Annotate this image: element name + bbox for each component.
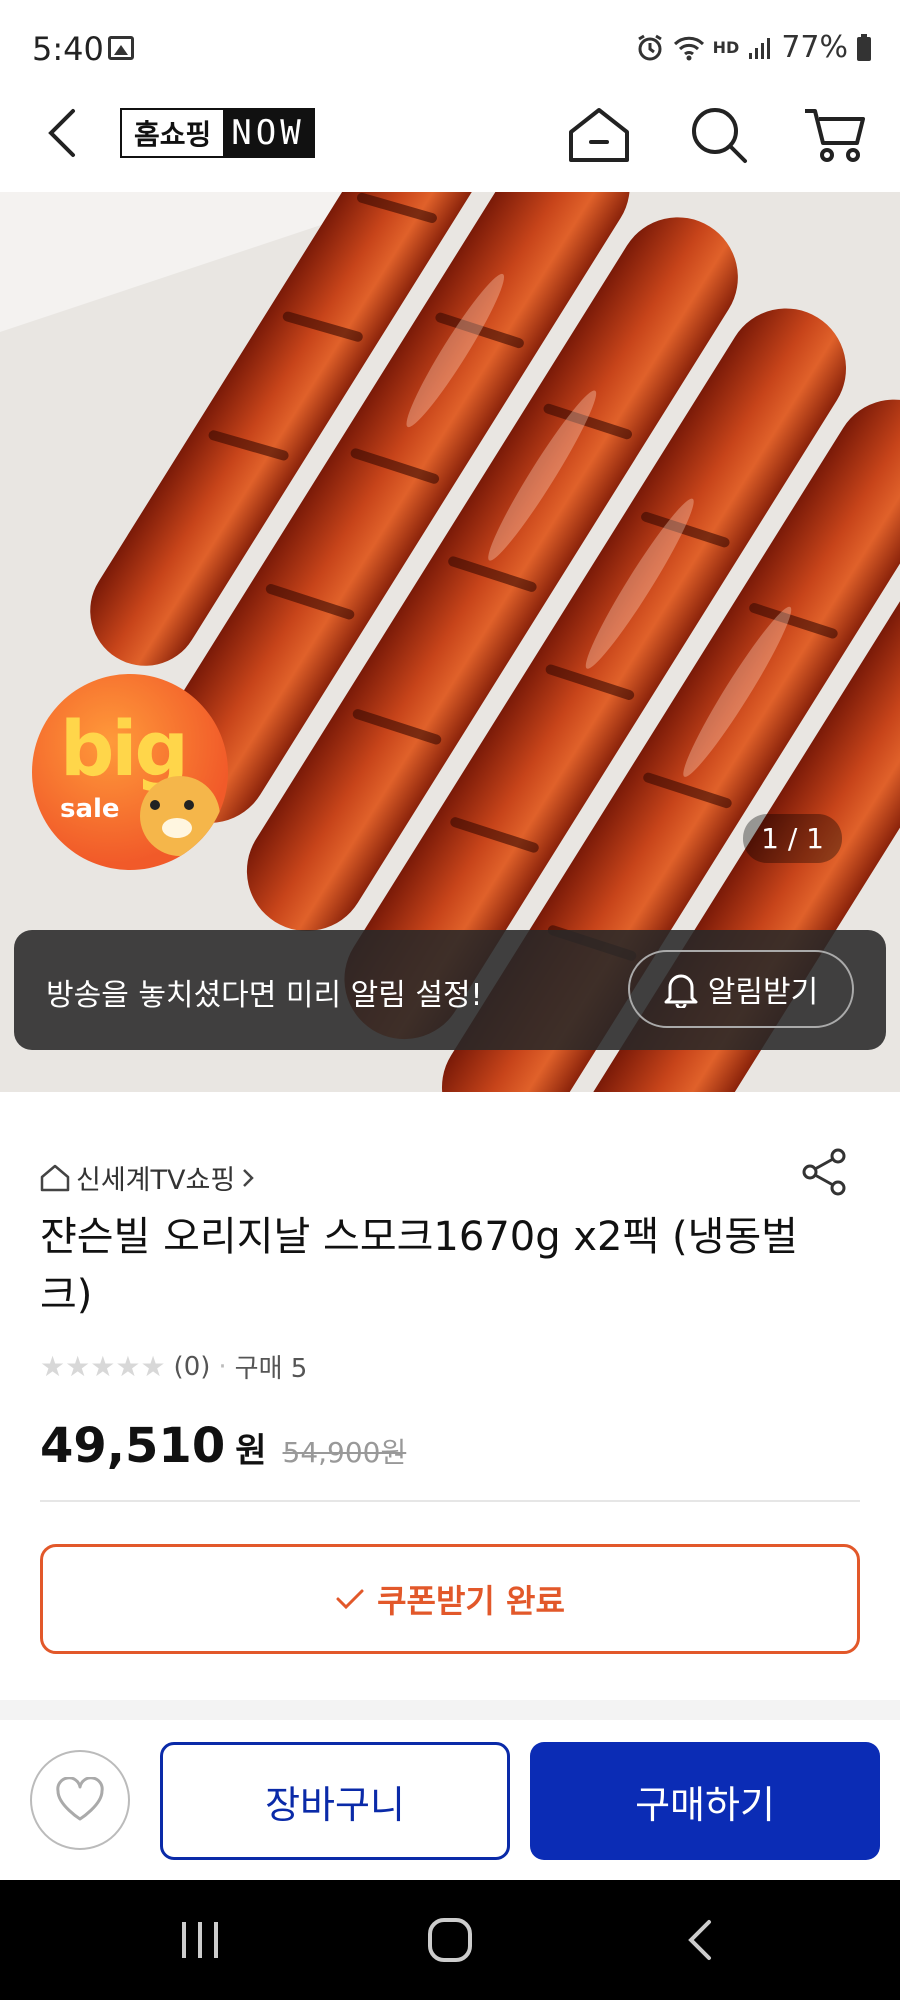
section-divider: [0, 1700, 900, 1720]
product-title: 쟌슨빌 오리지날 스모크1670g x2팩 (냉동벌크): [40, 1214, 798, 1318]
status-time: 5:40: [32, 30, 104, 68]
broadcast-alert-banner: 방송을 놓치셨다면 미리 알림 설정! 알림받기: [14, 930, 886, 1050]
price-row: 49,510 원 54,900원: [40, 1418, 406, 1474]
home-system-button[interactable]: [410, 1910, 490, 1970]
image-notification-icon: [108, 36, 134, 60]
heart-icon: [56, 1777, 104, 1821]
divider: [40, 1500, 860, 1502]
bell-icon: [664, 974, 698, 1008]
big-sale-badge: big sale: [32, 674, 228, 870]
price-unit: 원: [235, 1431, 267, 1471]
star-icon: ★: [65, 1350, 91, 1383]
hd-voice-label: HD: [712, 37, 740, 57]
get-alert-label: 알림받기: [707, 975, 819, 1010]
cart-button[interactable]: [800, 100, 870, 170]
alert-message: 방송을 놓치셨다면 미리 알림 설정!: [46, 978, 483, 1013]
back-system-button[interactable]: [660, 1910, 740, 1970]
original-price: 54,900원: [282, 1436, 407, 1469]
chevron-right-icon: [243, 1168, 254, 1187]
share-button[interactable]: [798, 1146, 850, 1198]
store-link[interactable]: 신세계TV쇼핑: [40, 1158, 255, 1197]
star-icon: ★: [140, 1350, 166, 1383]
coupon-label: 쿠폰받기 완료: [377, 1582, 565, 1620]
star-icon: ★: [115, 1350, 141, 1383]
bottom-action-bar: 장바구니 구매하기: [0, 1720, 900, 1880]
back-button[interactable]: [36, 102, 88, 164]
home-icon: [569, 108, 629, 162]
top-navigation: 홈쇼핑 NOW: [0, 100, 900, 192]
store-home-icon: [40, 1164, 70, 1191]
logo-text-right: NOW: [223, 110, 313, 156]
logo-text-left: 홈쇼핑: [122, 110, 224, 156]
search-button[interactable]: [684, 100, 754, 170]
wishlist-button[interactable]: [30, 1750, 130, 1850]
signal-icon: [749, 37, 771, 59]
buy-now-button[interactable]: 구매하기: [530, 1742, 880, 1860]
star-icon: ★: [90, 1350, 116, 1383]
home-button[interactable]: [564, 100, 634, 170]
battery-percent: 77%: [781, 30, 848, 65]
homeshopping-now-logo[interactable]: 홈쇼핑 NOW: [120, 108, 315, 158]
store-name: 신세계TV쇼핑: [76, 1165, 236, 1196]
recent-apps-icon: [182, 1922, 218, 1958]
purchase-count: 구매 5: [234, 1354, 308, 1384]
product-info-section: 신세계TV쇼핑 쟌슨빌 오리지날 스모크1670g x2팩 (냉동벌크) ★★★…: [0, 1092, 900, 1700]
battery-icon: [857, 33, 871, 61]
alarm-icon: [637, 34, 662, 60]
rating-row[interactable]: ★★★★★ (0) · 구매 5: [40, 1348, 307, 1385]
share-icon: [802, 1148, 846, 1196]
chevron-left-icon: [48, 109, 75, 157]
search-icon: [692, 108, 747, 163]
status-bar: 5:40 HD 77%: [0, 0, 900, 100]
checkmark-icon: [336, 1589, 364, 1610]
status-indicators: HD 77%: [635, 30, 872, 65]
add-to-cart-button[interactable]: 장바구니: [160, 1742, 510, 1860]
recent-apps-button[interactable]: [160, 1910, 240, 1970]
tiger-mascot-icon: [140, 776, 220, 856]
review-count: (0): [173, 1351, 211, 1382]
star-icon: ★: [40, 1350, 66, 1383]
rating-stars: ★★★★★: [40, 1350, 166, 1383]
back-arrow-icon: [688, 1920, 711, 1960]
separator-dot: ·: [218, 1351, 227, 1382]
image-page-counter: 1 / 1: [743, 814, 842, 863]
cart-icon: [805, 109, 865, 162]
wifi-icon: [673, 36, 704, 60]
system-navigation-bar: [0, 1880, 900, 2000]
badge-sale-text: sale: [60, 794, 120, 824]
sale-price: 49,510: [40, 1418, 226, 1474]
coupon-button[interactable]: 쿠폰받기 완료: [40, 1544, 860, 1654]
home-circle-icon: [428, 1918, 472, 1962]
get-alert-button[interactable]: 알림받기: [628, 950, 854, 1028]
